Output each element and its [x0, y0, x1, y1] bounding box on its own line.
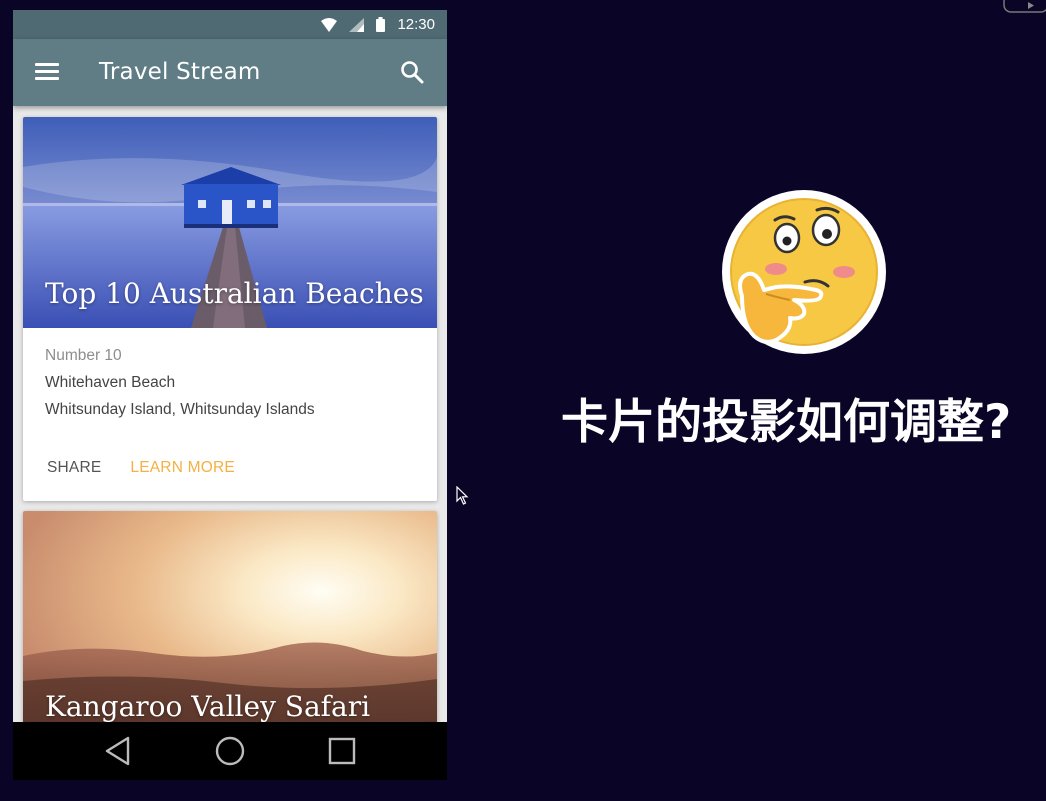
status-bar: 12:30 [13, 10, 447, 39]
learn-more-button[interactable]: LEARN MORE [130, 459, 235, 477]
card-list[interactable]: Top 10 Australian Beaches Number 10 Whit… [13, 106, 447, 722]
thinking-face-icon [722, 190, 886, 354]
menu-icon[interactable] [35, 63, 59, 83]
mouse-cursor-icon [456, 486, 469, 505]
card-subhead: Number 10 [45, 347, 122, 364]
card-title: Kangaroo Valley Safari [45, 690, 371, 722]
wifi-icon [321, 17, 338, 32]
battery-icon [376, 17, 386, 32]
card-kangaroo-valley[interactable]: Kangaroo Valley Safari [23, 511, 437, 722]
phone-screen: 12:30 Travel Stream Top 10 Australian Be… [13, 10, 447, 780]
app-bar: Travel Stream [13, 39, 447, 106]
card-region: Whitsunday Island, Whitsunday Islands [45, 401, 315, 418]
card-image-boathouse: Top 10 Australian Beaches [23, 117, 437, 328]
video-control-icon [1003, 0, 1046, 13]
recents-icon[interactable] [328, 737, 356, 765]
share-button[interactable]: SHARE [47, 459, 101, 477]
navigation-bar [13, 722, 447, 780]
caption-question: 卡片的投影如何调整? [561, 395, 1012, 450]
card-image-sunset: Kangaroo Valley Safari [23, 511, 437, 722]
status-time: 12:30 [397, 16, 435, 33]
card-title: Top 10 Australian Beaches [45, 277, 424, 310]
search-icon[interactable] [399, 59, 425, 85]
signal-icon [349, 17, 365, 32]
card-australian-beaches[interactable]: Top 10 Australian Beaches Number 10 Whit… [23, 117, 437, 501]
card-location: Whitehaven Beach [45, 374, 176, 391]
back-icon[interactable] [104, 736, 132, 766]
app-title: Travel Stream [99, 59, 261, 85]
home-icon[interactable] [214, 735, 246, 767]
